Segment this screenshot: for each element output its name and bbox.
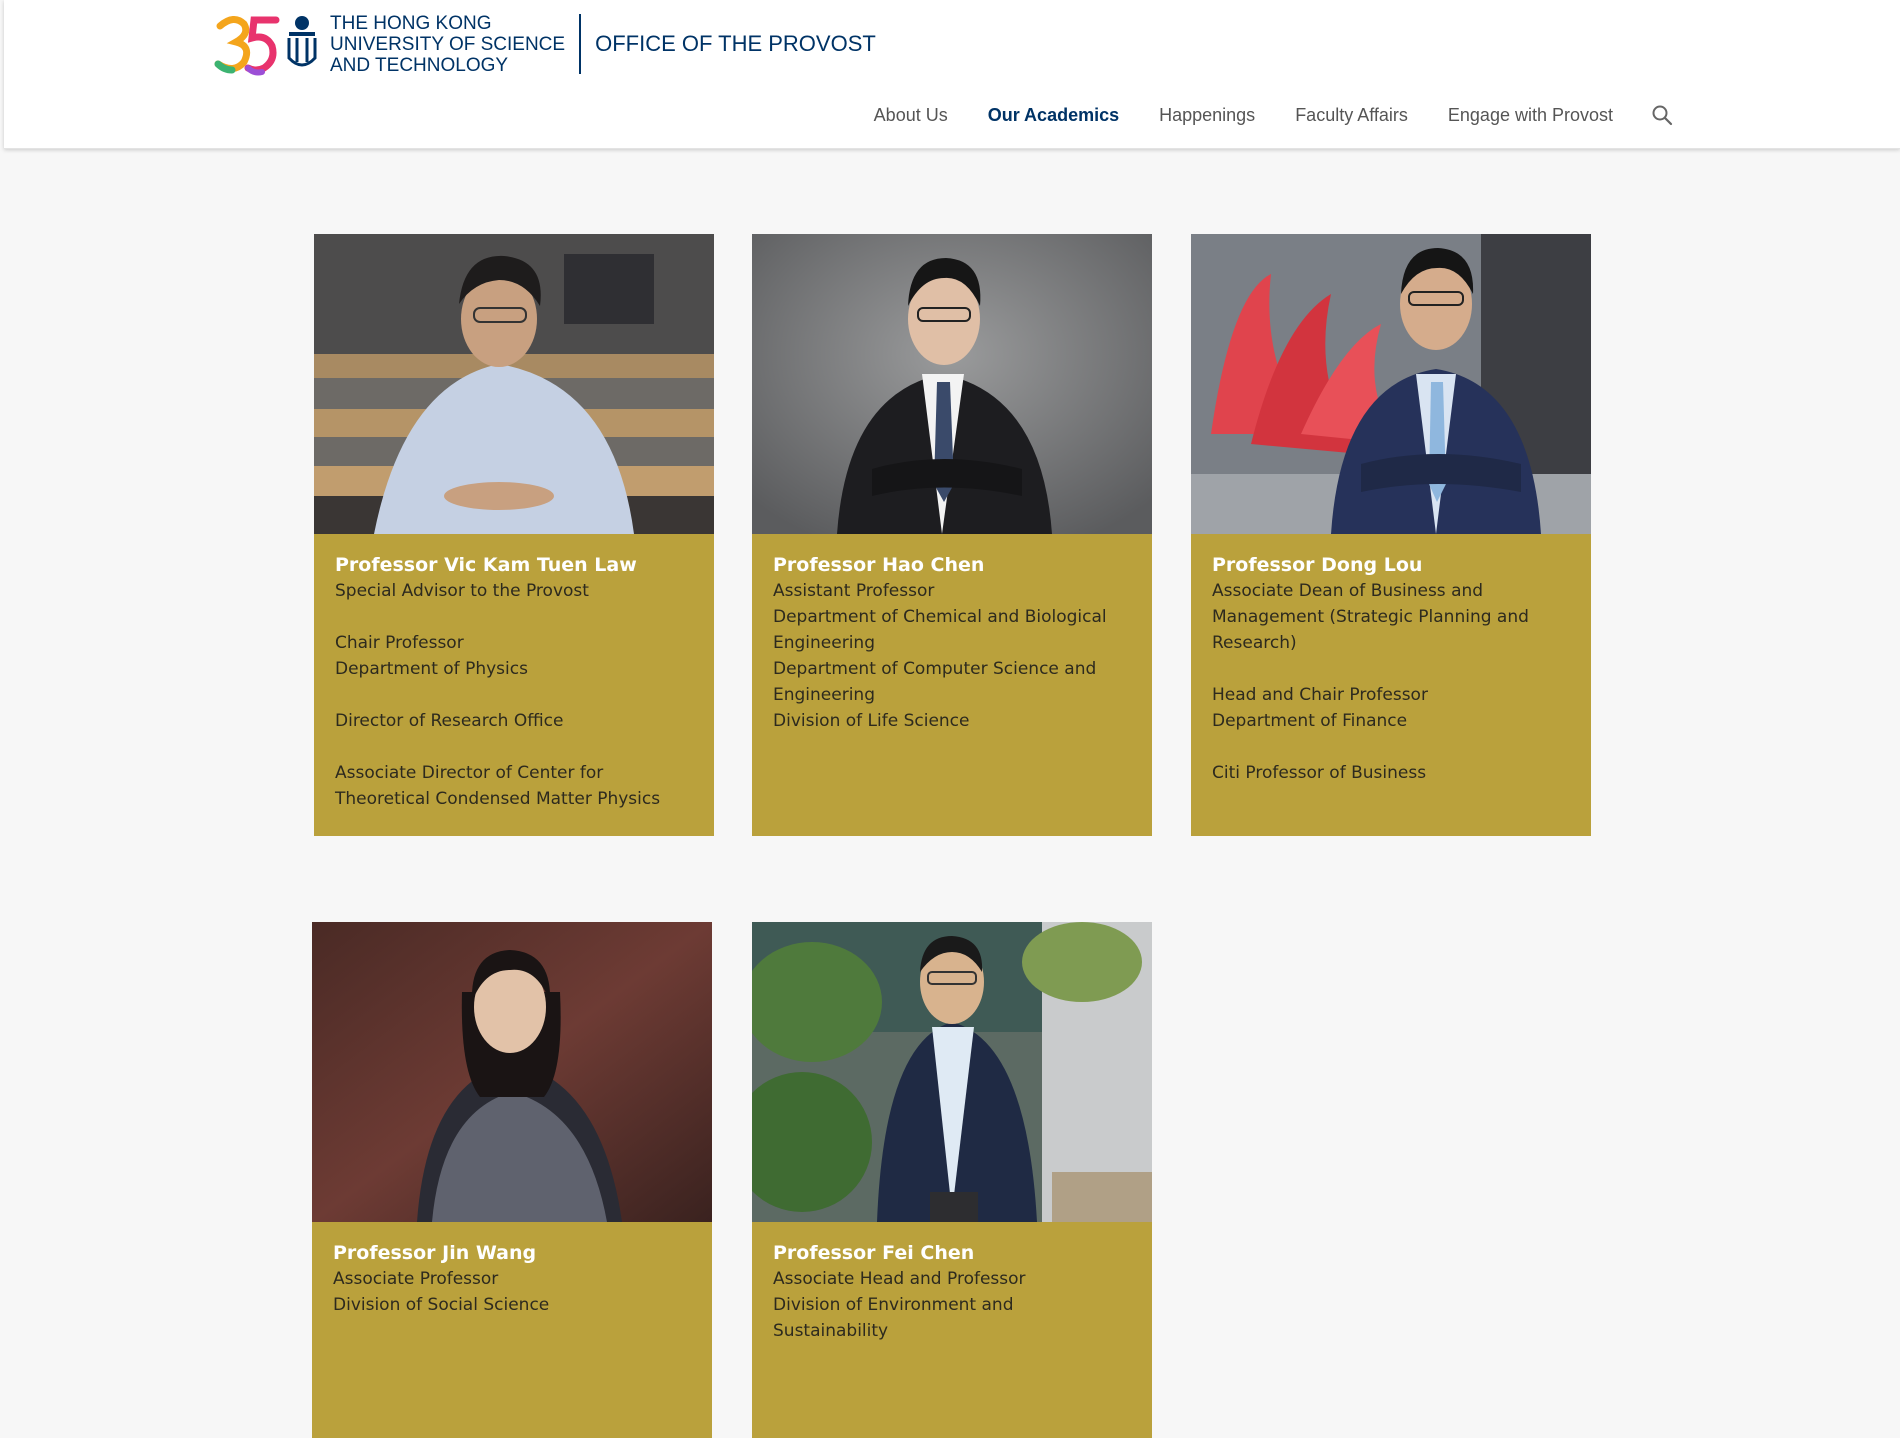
profile-title: Management (Strategic Planning and — [1212, 607, 1529, 627]
profile-photo — [312, 922, 712, 1222]
profile-name[interactable]: Professor Fei Chen — [773, 1240, 1132, 1266]
profile-card[interactable]: Professor Jin Wang Associate Professor D… — [312, 922, 712, 1438]
profile-title: Associate Professor — [333, 1269, 499, 1289]
profile-card[interactable]: Professor Hao Chen Assistant Professor D… — [752, 234, 1152, 836]
profile-title: Director of Research Office — [335, 711, 564, 731]
profile-name[interactable]: Professor Dong Lou — [1212, 552, 1571, 578]
profile-title: Theoretical Condensed Matter Physics — [335, 789, 661, 809]
profile-department: Division of Social Science — [333, 1295, 550, 1315]
profile-title: Associate Head and Professor — [773, 1269, 1026, 1289]
profile-photo — [752, 234, 1152, 534]
hkust-logo[interactable]: THE HONG KONG UNIVERSITY OF SCIENCE AND … — [214, 12, 876, 76]
profile-card[interactable]: Professor Vic Kam Tuen Law Special Advis… — [314, 234, 714, 836]
profile-card[interactable]: Professor Dong Lou Associate Dean of Bus… — [1191, 234, 1591, 836]
profile-info: Professor Dong Lou Associate Dean of Bus… — [1191, 534, 1591, 836]
profile-department: Department of Physics — [335, 659, 528, 679]
profile-department: Engineering — [773, 685, 875, 705]
profile-info: Professor Hao Chen Assistant Professor D… — [752, 534, 1152, 836]
logo-divider — [579, 14, 582, 74]
hkust-crest-icon — [287, 16, 317, 67]
profile-card[interactable]: Professor Fei Chen Associate Head and Pr… — [752, 922, 1152, 1438]
profile-photo — [752, 922, 1152, 1222]
profile-title: Assistant Professor — [773, 581, 935, 601]
profile-title: Associate Director of Center for — [335, 763, 604, 783]
profile-name[interactable]: Professor Vic Kam Tuen Law — [335, 552, 694, 578]
profile-title: Special Advisor to the Provost — [335, 581, 589, 601]
profile-department: Division of Life Science — [773, 711, 970, 731]
university-name-line: AND TECHNOLOGY — [330, 54, 509, 76]
nav-engage-with-provost[interactable]: Engage with Provost — [1448, 105, 1613, 126]
university-name: THE HONG KONG UNIVERSITY OF SCIENCE AND … — [330, 13, 565, 76]
nav-happenings[interactable]: Happenings — [1159, 105, 1255, 126]
university-name-line: THE HONG KONG — [330, 12, 492, 34]
search-icon[interactable] — [1651, 104, 1673, 126]
profile-department: Engineering — [773, 633, 875, 653]
main-nav: About Us Our Academics Happenings Facult… — [834, 104, 1673, 126]
profile-info: Professor Jin Wang Associate Professor D… — [312, 1222, 712, 1438]
nav-our-academics[interactable]: Our Academics — [988, 105, 1119, 126]
site-header: THE HONG KONG UNIVERSITY OF SCIENCE AND … — [4, 0, 1900, 149]
anniversary-35-logo — [214, 16, 280, 76]
profile-title: Research) — [1212, 633, 1297, 653]
profile-photo — [314, 234, 714, 534]
profile-photo — [1191, 234, 1591, 534]
profile-name[interactable]: Professor Jin Wang — [333, 1240, 692, 1266]
profile-title: Associate Dean of Business and — [1212, 581, 1484, 601]
nav-faculty-affairs[interactable]: Faculty Affairs — [1295, 105, 1408, 126]
profile-department: Department of Finance — [1212, 711, 1408, 731]
profile-department: Division of Environment and Sustainabili… — [773, 1295, 1014, 1341]
profile-title: Chair Professor — [335, 633, 464, 653]
university-name-line: UNIVERSITY OF SCIENCE — [330, 33, 566, 55]
profile-name[interactable]: Professor Hao Chen — [773, 552, 1132, 578]
profile-title: Head and Chair Professor — [1212, 685, 1428, 705]
profile-info: Professor Vic Kam Tuen Law Special Advis… — [314, 534, 714, 836]
profile-info: Professor Fei Chen Associate Head and Pr… — [752, 1222, 1152, 1438]
nav-about-us[interactable]: About Us — [874, 105, 948, 126]
profile-department: Department of Chemical and Biological — [773, 607, 1107, 627]
profile-title: Citi Professor of Business — [1212, 763, 1427, 783]
profile-department: Department of Computer Science and — [773, 659, 1097, 679]
office-title[interactable]: OFFICE OF THE PROVOST — [595, 31, 876, 57]
